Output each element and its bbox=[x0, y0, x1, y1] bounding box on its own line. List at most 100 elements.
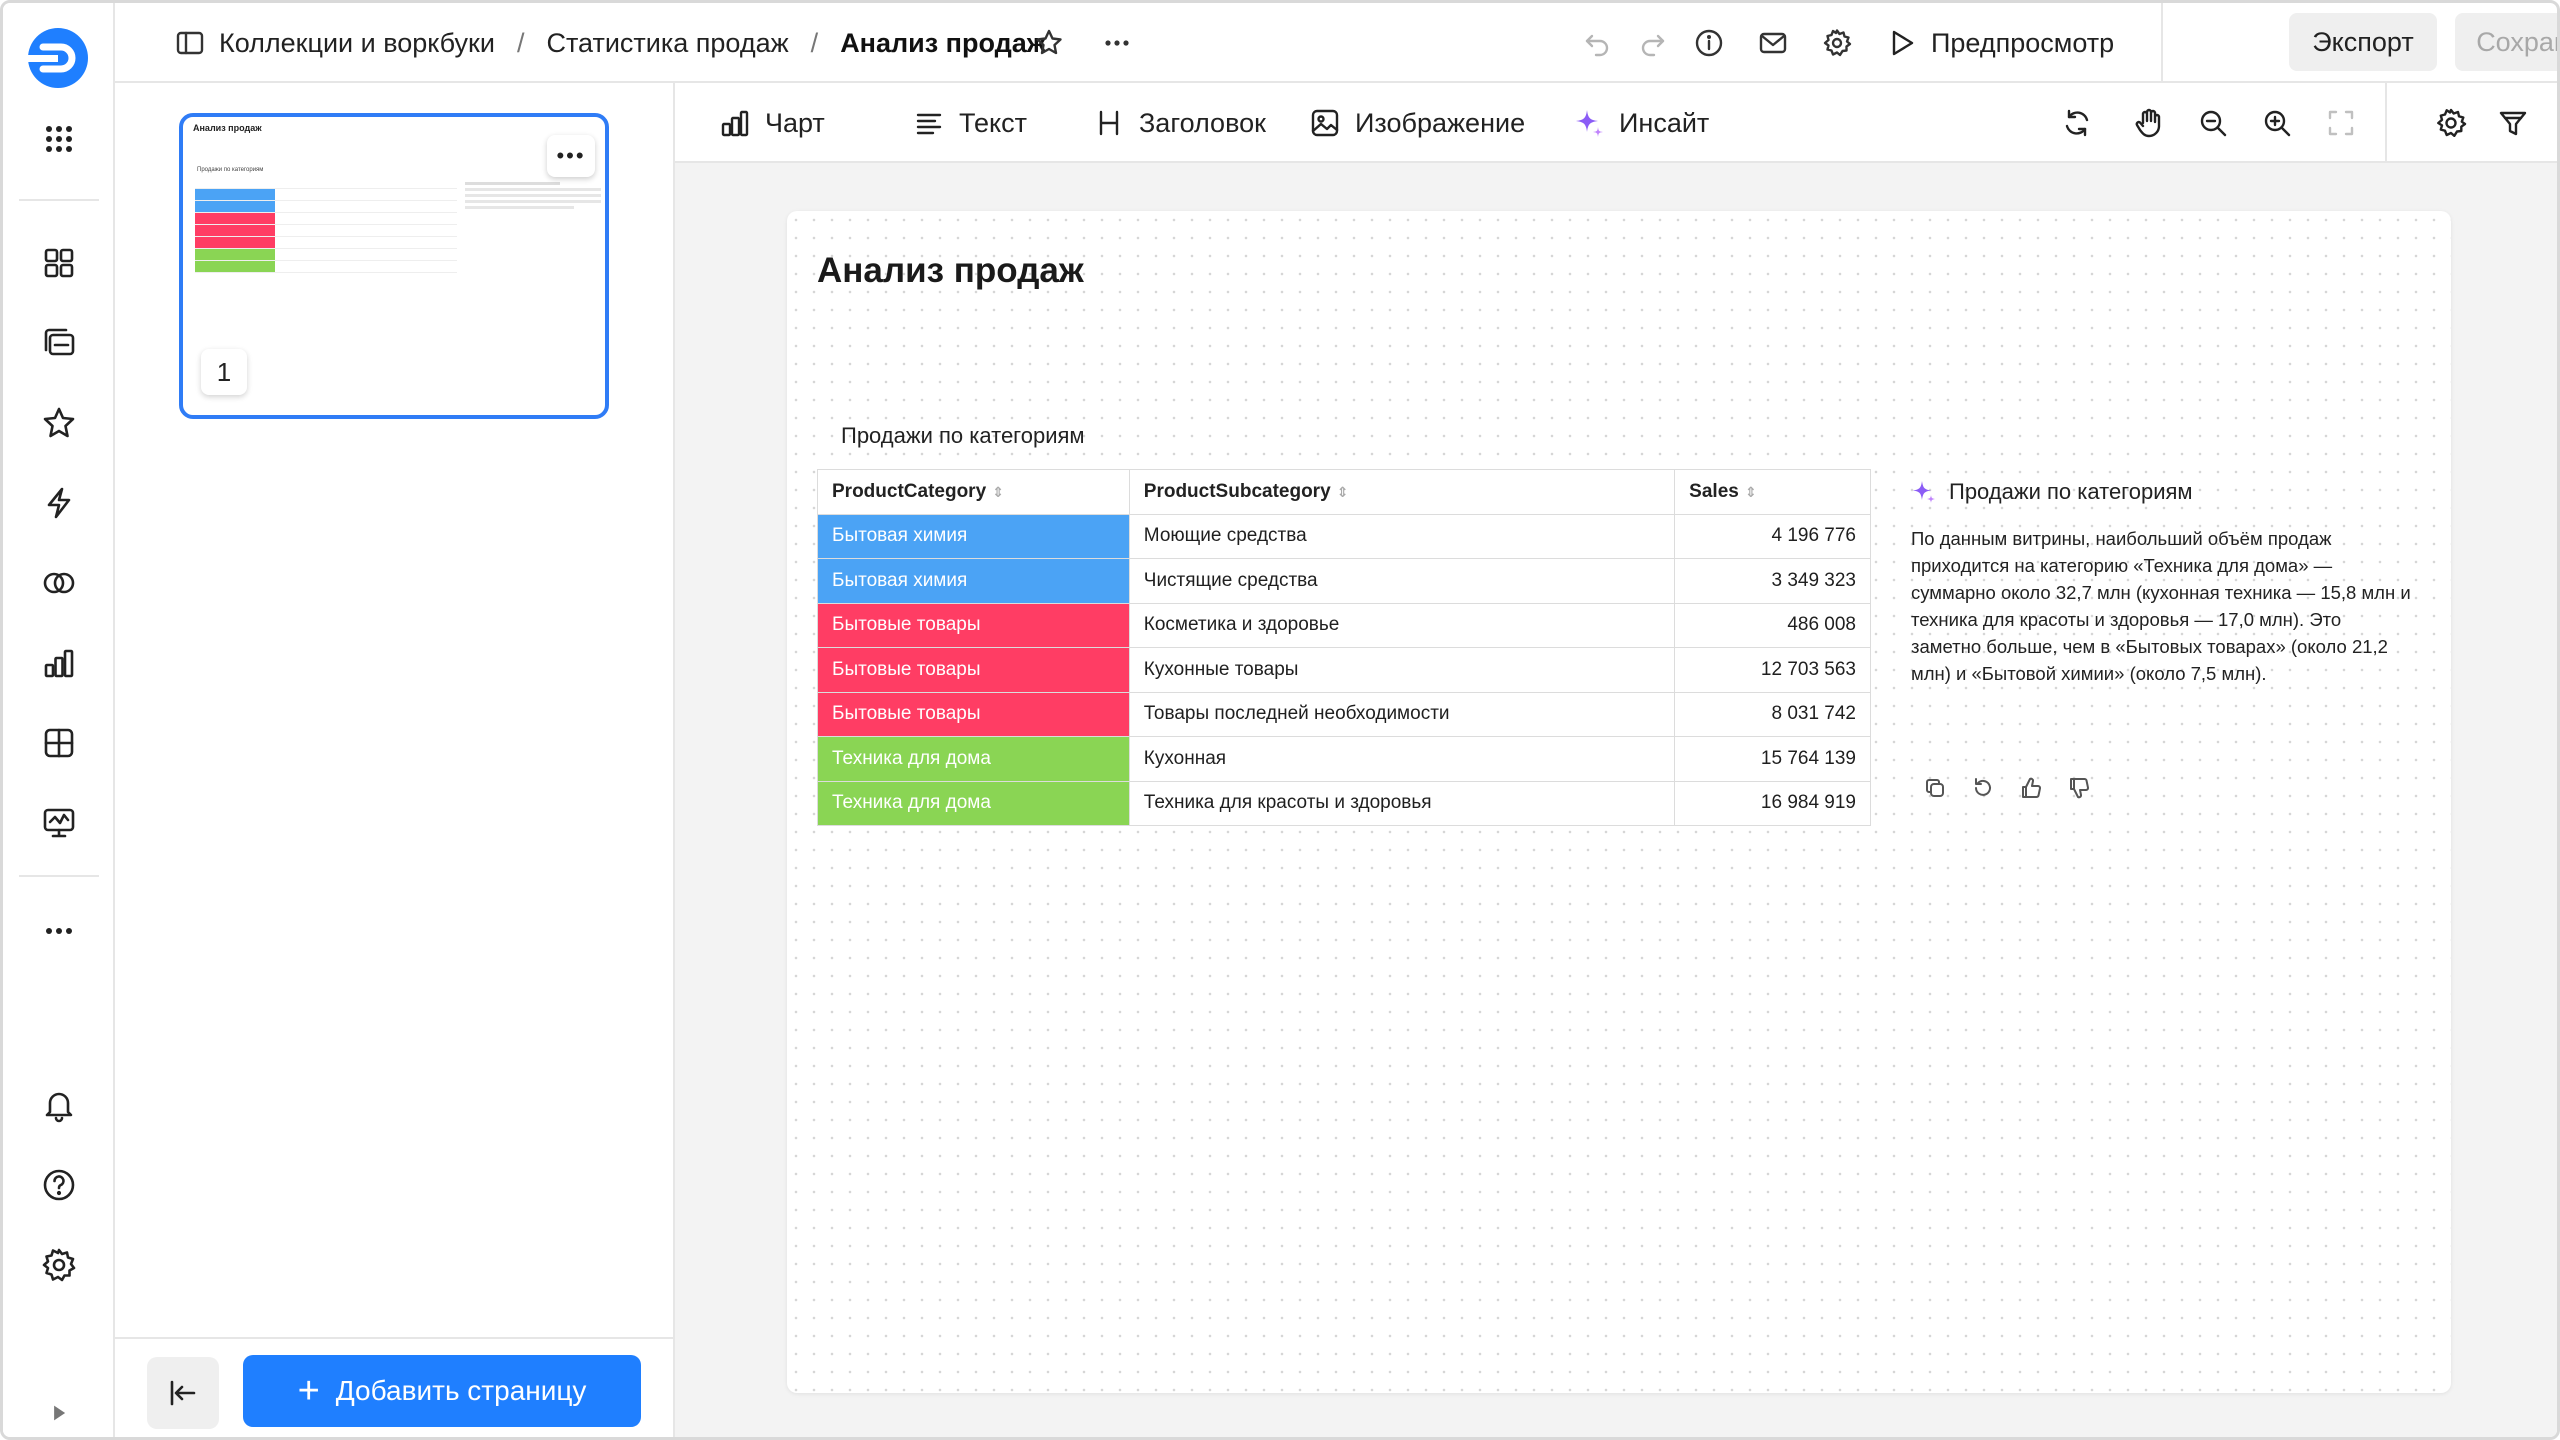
insight-header: Продажи по категориям bbox=[1911, 479, 2411, 505]
sheet-title[interactable]: Анализ продаж bbox=[817, 251, 1084, 291]
hand-pan-icon[interactable] bbox=[2129, 103, 2169, 143]
table-row[interactable]: Техника для дома Кухонная 15 764 139 bbox=[817, 736, 1871, 782]
rail-divider bbox=[19, 199, 99, 201]
zoom-in-icon[interactable] bbox=[2257, 103, 2297, 143]
regenerate-icon[interactable] bbox=[1971, 773, 2019, 803]
table-row[interactable]: Бытовая химия Моющие средства 4 196 776 bbox=[817, 513, 1871, 559]
cell-category: Бытовые товары bbox=[817, 602, 1130, 648]
app-logo[interactable] bbox=[25, 25, 91, 91]
saved-button[interactable]: Сохранено bbox=[2455, 13, 2557, 71]
cell-category: Бытовые товары bbox=[817, 647, 1130, 693]
page-more-button[interactable]: ••• bbox=[547, 135, 595, 177]
cell-subcategory: Техника для красоты и здоровья bbox=[1128, 780, 1676, 826]
preview-button[interactable]: Предпросмотр bbox=[1887, 21, 2114, 65]
cell-sales: 3 349 323 bbox=[1674, 558, 1871, 604]
sparkle-icon bbox=[1913, 481, 1935, 503]
column-header-productcategory[interactable]: ProductCategory ⇕ bbox=[817, 469, 1130, 515]
breadcrumb-separator: / bbox=[516, 27, 525, 58]
preview-label: Предпросмотр bbox=[1931, 27, 2115, 58]
breadcrumb-collections[interactable]: Коллекции и воркбуки bbox=[219, 28, 495, 59]
column-header-productsubcategory[interactable]: ProductSubcategory ⇕ bbox=[1128, 469, 1676, 515]
sales-table[interactable]: ProductCategory ⇕ ProductSubcategory ⇕ Sal… bbox=[817, 469, 1871, 826]
settings-gear-icon[interactable] bbox=[1817, 23, 1857, 63]
favorite-star-icon[interactable] bbox=[1029, 23, 1069, 63]
cell-sales: 486 008 bbox=[1674, 602, 1871, 648]
bell-icon[interactable] bbox=[31, 1077, 87, 1133]
redo-icon[interactable] bbox=[1633, 23, 1673, 63]
sparkle-icon bbox=[1576, 110, 1603, 137]
cell-subcategory: Кухонные товары bbox=[1128, 647, 1676, 693]
heading-label: Заголовок bbox=[1139, 107, 1266, 138]
toolbar-divider bbox=[2385, 83, 2387, 163]
cell-sales: 15 764 139 bbox=[1674, 736, 1871, 782]
page-thumbnail[interactable]: Анализ продаж Продажи по категориям ••• bbox=[179, 113, 609, 419]
refresh-icon[interactable] bbox=[2057, 103, 2097, 143]
add-page-button[interactable]: + Добавить страницу bbox=[243, 1355, 641, 1427]
cell-sales: 4 196 776 bbox=[1674, 513, 1871, 559]
zoom-out-icon[interactable] bbox=[2193, 103, 2233, 143]
header-divider bbox=[2161, 3, 2163, 83]
more-options-icon[interactable] bbox=[1097, 23, 1137, 63]
export-button[interactable]: Экспорт bbox=[2289, 13, 2437, 71]
expand-rail-icon[interactable] bbox=[31, 1393, 87, 1433]
add-chart-button[interactable]: Чарт bbox=[719, 83, 825, 163]
copy-icon[interactable] bbox=[1923, 773, 1971, 803]
sort-icon: ⇕ bbox=[1744, 483, 1757, 500]
column-header-sales[interactable]: Sales ⇕ bbox=[1674, 469, 1871, 515]
undo-icon[interactable] bbox=[1577, 23, 1617, 63]
add-heading-button[interactable]: Заголовок bbox=[1093, 83, 1266, 163]
settings-gear-icon[interactable] bbox=[31, 1237, 87, 1293]
table-row[interactable]: Бытовые товары Кухонные товары 12 703 563 bbox=[817, 647, 1871, 693]
app-window: Коллекции и воркбуки / Статистика продаж… bbox=[0, 0, 2560, 1440]
info-icon[interactable] bbox=[1689, 23, 1729, 63]
connections-icon[interactable] bbox=[31, 555, 87, 611]
favorites-star-icon[interactable] bbox=[31, 395, 87, 451]
add-text-button[interactable]: Текст bbox=[913, 83, 1027, 163]
chart-icon bbox=[721, 110, 749, 137]
insight-block[interactable]: Продажи по категориям По данным витрины,… bbox=[1911, 479, 2411, 687]
breadcrumb-workbook[interactable]: Статистика продаж bbox=[546, 28, 788, 59]
settings-gear-icon[interactable] bbox=[2431, 103, 2471, 143]
rail-divider bbox=[19, 875, 99, 877]
apps-grid-icon[interactable] bbox=[31, 111, 87, 167]
editor-canvas: Анализ продаж Продажи по категориям Prod… bbox=[675, 163, 2557, 1437]
charts-icon[interactable] bbox=[31, 635, 87, 691]
table-title: Продажи по категориям bbox=[841, 423, 1085, 448]
text-label: Текст bbox=[959, 107, 1027, 138]
text-icon bbox=[916, 113, 942, 135]
thumbnail-insight bbox=[465, 179, 601, 212]
breadcrumb-current: Анализ продаж bbox=[840, 27, 1046, 58]
filter-icon[interactable] bbox=[2493, 103, 2533, 143]
image-icon bbox=[1311, 109, 1339, 137]
chart-label: Чарт bbox=[765, 107, 825, 138]
help-icon[interactable] bbox=[31, 1157, 87, 1213]
cell-subcategory: Косметика и здоровье bbox=[1128, 602, 1676, 648]
datasets-icon[interactable] bbox=[31, 715, 87, 771]
editor-toolbar: Чарт Текст Заголовок Изображение Инсайт bbox=[675, 83, 2557, 163]
lightning-icon[interactable] bbox=[31, 475, 87, 531]
collapse-panel-button[interactable] bbox=[147, 1357, 219, 1429]
table-row[interactable]: Бытовые товары Товары последней необходим… bbox=[817, 691, 1871, 737]
collections-icon[interactable] bbox=[31, 315, 87, 371]
add-insight-button[interactable]: Инсайт bbox=[1573, 83, 1709, 163]
fit-screen-icon[interactable] bbox=[2321, 103, 2361, 143]
sidebar-toggle-icon[interactable] bbox=[175, 28, 205, 58]
add-image-button[interactable]: Изображение bbox=[1309, 83, 1525, 163]
mail-icon[interactable] bbox=[1753, 23, 1793, 63]
cell-category: Бытовые товары bbox=[817, 691, 1130, 737]
cell-sales: 8 031 742 bbox=[1674, 691, 1871, 737]
dashboard-icon[interactable] bbox=[31, 235, 87, 291]
image-label: Изображение bbox=[1355, 107, 1526, 138]
cell-subcategory: Чистящие средства bbox=[1128, 558, 1676, 604]
play-icon bbox=[1892, 30, 1914, 56]
table-row[interactable]: Бытовые товары Косметика и здоровье 486 00… bbox=[817, 602, 1871, 648]
thumbnail-subtitle: Продажи по категориям bbox=[197, 167, 264, 173]
pages-footer: + Добавить страницу bbox=[115, 1337, 675, 1437]
reports-icon[interactable] bbox=[31, 795, 87, 851]
nav-rail bbox=[3, 3, 115, 1437]
thumbs-up-icon[interactable] bbox=[2019, 773, 2067, 803]
more-dots-icon[interactable] bbox=[31, 903, 87, 959]
table-row[interactable]: Бытовая химия Чистящие средства 3 349 323 bbox=[817, 558, 1871, 604]
table-row[interactable]: Техника для дома Техника для красоты и зд… bbox=[817, 780, 1871, 826]
thumbs-down-icon[interactable] bbox=[2067, 773, 2115, 803]
